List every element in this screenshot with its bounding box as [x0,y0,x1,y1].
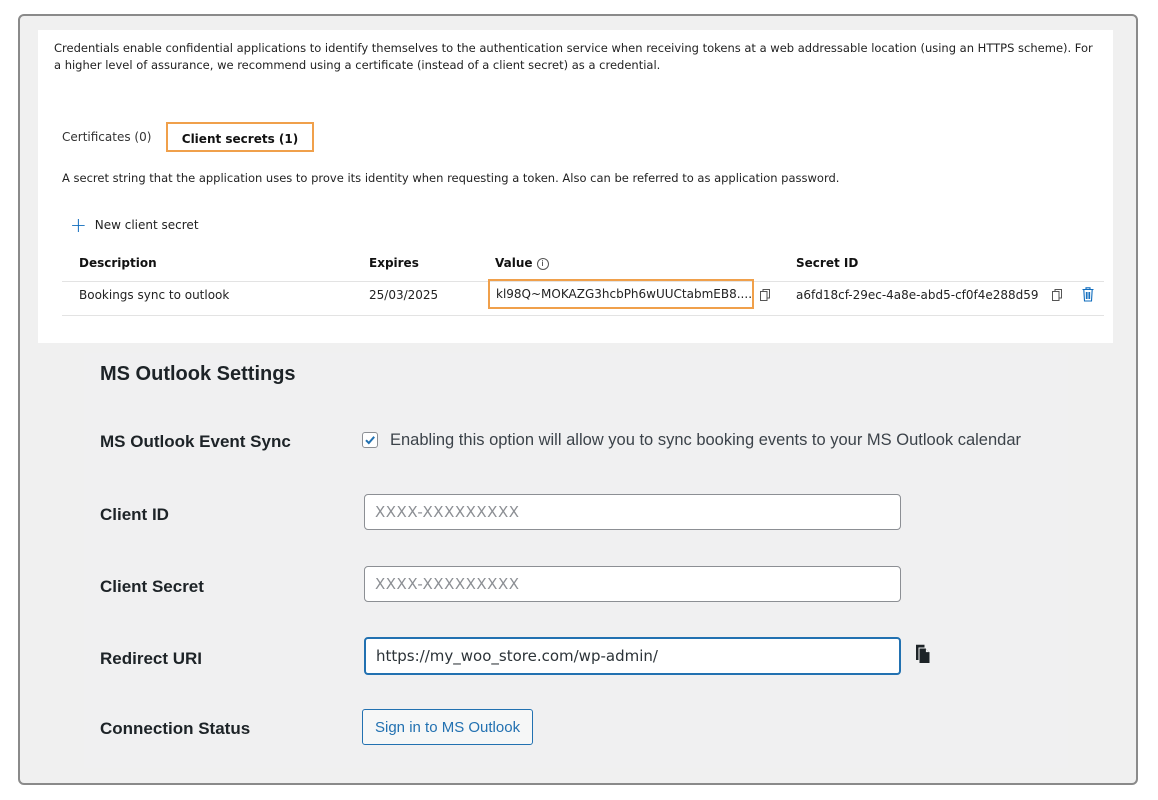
header-description: Description [79,256,157,270]
client-secrets-description: A secret string that the application use… [62,171,840,185]
client-id-input[interactable] [364,494,901,530]
event-sync-label: MS Outlook Event Sync [100,432,291,451]
azure-credentials-panel: Credentials enable confidential applicat… [38,30,1113,343]
copy-icon[interactable] [913,644,931,669]
header-expires: Expires [369,256,419,270]
plus-icon: + [70,213,87,237]
header-value-label: Value [495,256,533,270]
ms-outlook-settings-panel: MS Outlook Settings MS Outlook Event Syn… [84,353,1068,768]
redirect-uri-label: Redirect URI [100,649,203,668]
new-client-secret-label: New client secret [94,218,199,232]
client-id-label: Client ID [100,505,169,524]
secret-expires: 25/03/2025 [369,288,439,302]
page-title: MS Outlook Settings [100,363,296,385]
secret-description: Bookings sync to outlook [79,288,230,302]
connection-status-label: Connection Status [100,719,251,738]
table-row: Bookings sync to outlook 25/03/2025 kl98… [62,279,1104,309]
sign-in-ms-outlook-button[interactable]: Sign in to MS Outlook [362,709,534,745]
tab-certificates[interactable]: Certificates (0) [62,122,151,152]
client-secret-label: Client Secret [100,577,204,596]
redirect-uri-input[interactable] [364,637,901,675]
secret-value: kl98Q~MOKAZG3hcbPh6wUUCtabmEB8.... [488,279,754,309]
new-client-secret-button[interactable]: + New client secret [70,213,199,237]
table-row-divider [62,315,1104,316]
header-secret-id: Secret ID [796,256,859,270]
copy-icon[interactable] [760,289,770,301]
client-secret-input[interactable] [364,566,901,602]
event-sync-checkbox[interactable] [362,432,378,448]
secrets-table-header: Description Expires Value i Secret ID [62,256,1104,276]
copy-icon[interactable] [1052,289,1062,301]
credentials-intro-text: Credentials enable confidential applicat… [54,41,1093,72]
event-sync-description: Enabling this option will allow you to s… [390,431,1022,449]
info-icon[interactable]: i [536,258,549,270]
trash-icon[interactable] [1082,287,1094,305]
secret-id: a6fd18cf-29ec-4a8e-abd5-cf0f4e288d59 [796,288,1039,302]
tab-client-secrets[interactable]: Client secrets (1) [166,122,314,152]
header-value: Value i [495,256,549,270]
